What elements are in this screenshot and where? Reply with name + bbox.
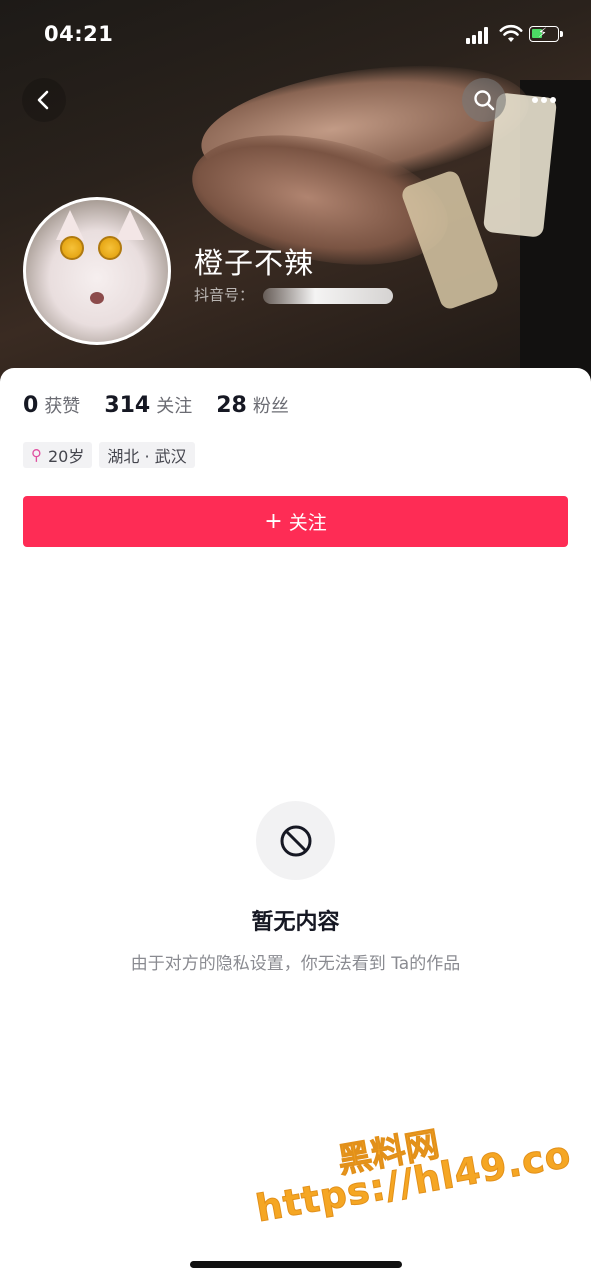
more-button[interactable] <box>522 78 566 122</box>
signal-icon <box>466 27 492 44</box>
avatar-cat-mouth <box>90 292 104 304</box>
search-icon <box>474 90 495 111</box>
avatar-cat-ear <box>116 210 144 240</box>
profile-tags: ⚲ 20岁 湖北 · 武汉 <box>23 442 202 468</box>
stat-followers[interactable]: 28 粉丝 <box>216 392 289 418</box>
back-arrow-icon <box>37 90 49 110</box>
avatar-glasses <box>60 236 84 260</box>
location-text: 湖北 · 武汉 <box>107 447 187 466</box>
profile-nickname: 橙子不辣 <box>194 246 315 280</box>
stat-label: 获赞 <box>44 396 81 417</box>
empty-state-title: 暂无内容 <box>251 910 340 935</box>
profile-stats: 0 获赞 314 关注 28 粉丝 <box>23 392 313 418</box>
plus-icon: + <box>264 509 283 534</box>
age-tag: ⚲ 20岁 <box>23 442 93 468</box>
empty-state-icon-wrap <box>256 801 335 880</box>
block-icon <box>280 825 311 856</box>
stat-likes: 0 获赞 <box>23 392 80 418</box>
stat-value: 28 <box>216 393 247 418</box>
avatar[interactable] <box>23 197 171 345</box>
wifi-icon <box>499 24 523 42</box>
stat-label: 关注 <box>156 396 193 417</box>
douyin-id[interactable]: 抖音号： <box>194 284 393 305</box>
age-text: 20岁 <box>48 447 85 466</box>
back-button[interactable] <box>22 78 66 122</box>
status-bar: 04:21 ⚡ <box>0 0 591 70</box>
search-button[interactable] <box>462 78 506 122</box>
follow-button[interactable]: + 关注 <box>23 496 568 547</box>
avatar-glasses <box>98 236 122 260</box>
follow-label: 关注 <box>288 512 327 534</box>
female-icon: ⚲ <box>31 446 42 464</box>
stat-label: 粉丝 <box>252 396 289 417</box>
empty-state-description: 由于对方的隐私设置，你无法看到 Ta的作品 <box>130 954 461 974</box>
stat-following[interactable]: 314 关注 <box>104 392 192 418</box>
stat-value: 0 <box>23 393 39 418</box>
more-icon <box>532 97 556 103</box>
douyin-id-label: 抖音号： <box>194 286 255 304</box>
stat-value: 314 <box>104 393 151 418</box>
status-time: 04:21 <box>44 22 114 46</box>
douyin-id-redacted <box>262 287 393 304</box>
battery-icon: ⚡ <box>529 26 563 42</box>
location-tag: 湖北 · 武汉 <box>99 442 195 468</box>
home-indicator[interactable] <box>190 1261 402 1268</box>
